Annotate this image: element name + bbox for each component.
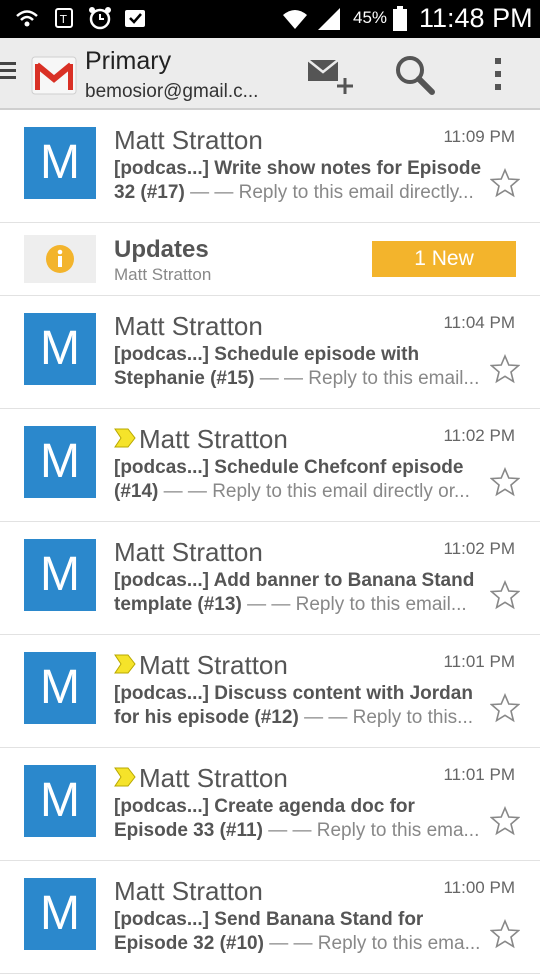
timestamp: 11:00 PM [443, 878, 515, 897]
avatar[interactable]: M [24, 765, 96, 837]
star-icon[interactable] [490, 806, 520, 836]
avatar[interactable]: M [24, 652, 96, 724]
sender-name: Matt Stratton [139, 763, 288, 793]
sender-name: Matt Stratton [114, 537, 263, 567]
star-icon[interactable] [490, 168, 520, 198]
signal-icon [318, 8, 340, 30]
timestamp: 11:09 PM [443, 127, 515, 146]
new-count-badge: 1 New [372, 241, 516, 277]
account-email[interactable]: bemosior@gmail.c... [85, 81, 258, 103]
subject-line-cont: Episode 32 (#10) [114, 933, 264, 954]
overflow-menu-icon[interactable] [472, 52, 524, 96]
subject: [podcas...] Discuss content with Jordan … [114, 682, 484, 730]
subject-line-cont: (#14) [114, 481, 159, 502]
star-icon[interactable] [490, 580, 520, 610]
subject: [podcas...] Add banner to Banana Stand t… [114, 569, 484, 617]
avatar[interactable]: M [24, 313, 96, 385]
subject-line: [podcas...] Write show notes for Episode [114, 158, 482, 179]
timestamp: 11:02 PM [443, 426, 515, 445]
important-marker-icon[interactable] [114, 654, 136, 674]
snippet: — — Reply to this ema... [268, 820, 480, 841]
subject-line-cont: template (#13) [114, 594, 242, 615]
updates-title: Updates [114, 236, 209, 263]
important-marker-icon[interactable] [114, 767, 136, 787]
list-item[interactable]: M Matt Stratton 11:01 PM [podcas...] Dis… [0, 635, 540, 748]
avatar[interactable]: M [24, 539, 96, 611]
subject: [podcas...] Schedule episode with Stepha… [114, 343, 484, 391]
timestamp: 11:04 PM [443, 313, 515, 332]
wifi-calling-icon [16, 10, 38, 27]
status-clock: 11:48 PM [419, 3, 533, 33]
info-icon [46, 245, 74, 273]
gmail-logo-icon[interactable] [31, 54, 77, 96]
important-marker-icon[interactable] [114, 428, 136, 448]
sender-name: Matt Stratton [114, 125, 263, 155]
battery-percent: 45% [353, 8, 388, 27]
list-item[interactable]: M Matt Stratton 11:02 PM [podcas...] Sch… [0, 409, 540, 522]
wifi-icon [283, 10, 307, 29]
timestamp: 11:02 PM [443, 539, 515, 558]
star-icon[interactable] [490, 919, 520, 949]
snippet: — — Reply to this ema... [269, 933, 481, 954]
navigation-drawer-icon[interactable] [0, 62, 16, 83]
list-item[interactable]: M Matt Stratton 11:09 PM [podcas...] Wri… [0, 110, 540, 223]
status-bar: T 45% 11:48 PM [0, 0, 540, 38]
avatar[interactable]: M [24, 127, 96, 199]
list-item[interactable]: M Matt Stratton 11:04 PM [podcas...] Sch… [0, 296, 540, 409]
search-icon[interactable] [389, 52, 441, 96]
svg-text:T: T [59, 13, 67, 26]
avatar[interactable]: M [24, 878, 96, 950]
star-icon[interactable] [490, 354, 520, 384]
battery-icon [393, 6, 407, 31]
subject-line: [podcas...] Schedule episode with [114, 344, 420, 365]
subject-line: [podcas...] Schedule Chefconf episode [114, 457, 464, 478]
updates-category-row[interactable]: Updates Matt Stratton 1 New [0, 223, 540, 296]
subject-line-cont: 32 (#17) [114, 182, 185, 203]
subject-line-cont: Episode 33 (#11) [114, 820, 263, 841]
subject: [podcas...] Send Banana Stand for Episod… [114, 908, 484, 956]
updates-icon-box [24, 235, 96, 283]
timestamp: 11:01 PM [443, 652, 515, 671]
notification-app-icon: T [55, 8, 73, 28]
list-item[interactable]: M Matt Stratton 11:02 PM [podcas...] Add… [0, 522, 540, 635]
clipboard-check-icon [125, 10, 145, 27]
mailbox-title[interactable]: Primary [85, 47, 171, 76]
subject: [podcas...] Schedule Chefconf episode (#… [114, 456, 484, 504]
conversation-list: M Matt Stratton 11:09 PM [podcas...] Wri… [0, 110, 540, 974]
list-item[interactable]: M Matt Stratton 11:01 PM [podcas...] Cre… [0, 748, 540, 861]
subject-line: [podcas...] Add banner to Banana Stand [114, 570, 475, 591]
subject-line: [podcas...] Create agenda doc for [114, 796, 415, 817]
subject-line: [podcas...] Discuss content with Jordan [114, 683, 473, 704]
avatar[interactable]: M [24, 426, 96, 498]
sender-name: Matt Stratton [114, 876, 263, 906]
subject-line-cont: Stephanie (#15) [114, 368, 255, 389]
timestamp: 11:01 PM [443, 765, 515, 784]
action-bar [0, 38, 540, 110]
subject: [podcas...] Write show notes for Episode… [114, 157, 484, 205]
snippet: — — Reply to this email directly or... [163, 481, 470, 502]
snippet: — — Reply to this email directly... [190, 182, 474, 203]
snippet: — — Reply to this email... [247, 594, 467, 615]
subject-line-cont: for his episode (#12) [114, 707, 299, 728]
list-item[interactable]: M Matt Stratton 11:00 PM [podcas...] Sen… [0, 861, 540, 974]
updates-sender: Matt Stratton [114, 265, 212, 284]
snippet: — — Reply to this email... [259, 368, 480, 389]
sender-name: Matt Stratton [139, 424, 288, 454]
star-icon[interactable] [490, 693, 520, 723]
compose-icon[interactable] [304, 52, 356, 96]
alarm-clock-icon [89, 7, 111, 30]
sender-name: Matt Stratton [139, 650, 288, 680]
sender-name: Matt Stratton [114, 311, 263, 341]
subject: [podcas...] Create agenda doc for Episod… [114, 795, 484, 843]
subject-line: [podcas...] Send Banana Stand for [114, 909, 424, 930]
star-icon[interactable] [490, 467, 520, 497]
snippet: — — Reply to this... [304, 707, 474, 728]
